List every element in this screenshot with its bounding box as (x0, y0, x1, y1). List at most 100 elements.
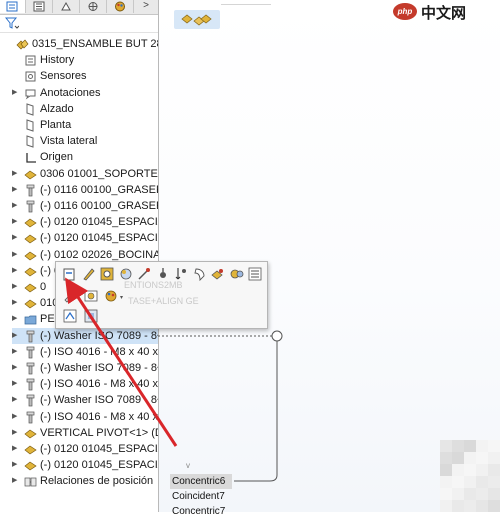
change-transparency-icon[interactable] (118, 266, 134, 282)
feature-manager-tab[interactable] (0, 0, 26, 13)
expand-arrow-icon[interactable]: ▶ (12, 311, 20, 327)
tree-item[interactable]: ▶ (-) 0120 01045_ESPACIAI (12, 441, 158, 457)
tree-item[interactable]: History (12, 52, 158, 68)
appearance-dropdown-icon[interactable] (104, 288, 120, 304)
expand-arrow-icon[interactable]: ▶ (12, 473, 20, 489)
fastener-icon (24, 330, 37, 343)
heads-up-toolbar[interactable] (174, 10, 220, 29)
open-part-icon[interactable] (62, 266, 78, 282)
components-icon[interactable] (180, 13, 214, 26)
configure-component-icon[interactable] (210, 266, 226, 282)
feature-manager-icon (6, 1, 18, 12)
graphics-area[interactable] (159, 0, 500, 512)
tree-item[interactable]: ▶ Anotaciones (12, 85, 158, 101)
expand-arrow-icon[interactable]: ▶ (12, 360, 20, 376)
mosaic-tile (476, 476, 488, 488)
configuration-manager-tab[interactable] (54, 0, 80, 13)
dimxpert-tab[interactable] (81, 0, 107, 13)
tree-item-label: 0306 01001_SOPORTE PI (40, 168, 159, 180)
expand-arrow-icon[interactable]: ▶ (12, 230, 20, 246)
history-icon (24, 54, 37, 67)
component-display-icon[interactable] (192, 266, 208, 282)
tree-item-label: (-) 0116 00100_GRASERA (40, 184, 159, 196)
edit-part-icon[interactable] (81, 266, 97, 282)
mosaic-tile (488, 452, 500, 464)
properties-icon[interactable] (247, 266, 263, 282)
appearance-icon[interactable] (136, 266, 152, 282)
expand-arrow-icon[interactable]: ▶ (12, 376, 20, 392)
tree-item[interactable]: ▶ (-) 0120 01045_ESPACIAI (12, 457, 158, 473)
expand-arrow-icon[interactable]: ▶ (12, 441, 20, 457)
more-tabs-chevron-icon[interactable]: > (136, 0, 156, 13)
tree-item-label: (-) 0120 01045_ESPACIAI (40, 459, 159, 471)
tree-item[interactable]: ▶ (-) 0116 00100_GRASERA (12, 182, 158, 198)
expand-arrow-icon[interactable]: ▶ (12, 392, 20, 408)
mates-list: Concentric6 Coincident7 Concentric7 (170, 474, 232, 519)
tree-item[interactable]: ▶ (-) ISO 4016 - M8 x 40 x 4 (12, 409, 158, 425)
expand-arrow-icon[interactable]: ▶ (12, 295, 20, 311)
expand-arrow-icon[interactable]: ▶ (12, 457, 20, 473)
isolate-icon[interactable] (173, 266, 189, 282)
tree-item[interactable]: ▶ (-) Washer ISO 7089 - 8< (12, 360, 158, 376)
tree-item[interactable]: ▶ (-) 0120 01045_ESPACIAI (12, 230, 158, 246)
display-manager-tab[interactable] (108, 0, 134, 13)
part-icon (24, 265, 37, 278)
expand-arrow-icon[interactable]: ▶ (12, 85, 20, 101)
tree-item[interactable]: ▶ (-) Washer ISO 7089 - 8< (12, 328, 158, 344)
mosaic-tile (464, 488, 476, 500)
tree-item[interactable]: ▶ (-) 0116 00100_GRASERA (12, 198, 158, 214)
smart-mates-icon[interactable] (155, 266, 171, 282)
mate-item[interactable]: Coincident7 (170, 489, 232, 504)
expand-arrow-icon[interactable]: ▶ (12, 247, 20, 263)
tree-item[interactable]: ▶ (-) ISO 4016 - M8 x 40 x 4 (12, 376, 158, 392)
mosaic-tile (476, 464, 488, 476)
tree-item-label: (-) ISO 4016 - M8 x 40 x 4 (40, 411, 159, 423)
expand-arrow-icon[interactable]: ▶ (12, 328, 20, 344)
tree-item[interactable]: Origen (12, 149, 158, 165)
tree-item[interactable]: ▶ (-) Washer ISO 7089 - 8< (12, 392, 158, 408)
expand-arrow-icon[interactable]: ▶ (12, 344, 20, 360)
rebuild-icon[interactable] (83, 308, 99, 324)
edit-feature-icon[interactable] (62, 288, 78, 304)
chevron-down-icon[interactable]: v (186, 461, 190, 470)
expand-arrow-icon[interactable]: ▶ (12, 409, 20, 425)
mosaic-tile (440, 500, 452, 512)
tree-item[interactable]: Vista lateral (12, 133, 158, 149)
tree-item[interactable]: 0315_ENSAMBLE BUT 28 (F (4, 36, 158, 52)
expand-arrow-icon[interactable]: ▶ (12, 263, 20, 279)
filter-icon[interactable] (5, 16, 19, 30)
tree-item-label: Relaciones de posición (40, 475, 154, 487)
mosaic-tile (488, 500, 500, 512)
mosaic-blur (440, 440, 500, 512)
expand-arrow-icon[interactable]: ▶ (12, 279, 20, 295)
tree-item[interactable]: ▶ VERTICAL PIVOT<1> (De (12, 425, 158, 441)
chevron-down-icon[interactable]: ▾ (120, 294, 126, 301)
tree-item-label: (-) ISO 4016 - M8 x 40 x 4 (40, 378, 159, 390)
plane-icon (24, 119, 37, 132)
tree-item[interactable]: ▶ Relaciones de posición (12, 473, 158, 489)
property-manager-tab[interactable] (27, 0, 53, 13)
tree-item-label: Planta (40, 119, 72, 131)
tree-item[interactable]: Sensores (12, 68, 158, 84)
tree-item[interactable]: Planta (12, 117, 158, 133)
hide-component-icon[interactable] (99, 266, 115, 282)
view-mates-icon[interactable] (229, 266, 245, 282)
expand-arrow-icon[interactable]: ▶ (12, 182, 20, 198)
fastener-icon (24, 184, 37, 197)
watermark-text: 中文网 (421, 5, 467, 22)
tree-item[interactable]: ▶ 0306 01001_SOPORTE PI (12, 166, 158, 182)
sketch-icon[interactable] (62, 308, 78, 324)
tree-item[interactable]: Alzado (12, 101, 158, 117)
expand-arrow-icon[interactable]: ▶ (12, 214, 20, 230)
fastener-icon (24, 346, 37, 359)
tree-item-label: (-) 0120 01045_ESPACIAI (40, 443, 159, 455)
tree-item[interactable]: ▶ (-) 0120 01045_ESPACIAI (12, 214, 158, 230)
mate-item[interactable]: Concentric6 (170, 474, 232, 489)
configuration-icon[interactable] (83, 288, 99, 304)
expand-arrow-icon[interactable]: ▶ (12, 425, 20, 441)
tree-item[interactable]: ▶ (-) ISO 4016 - M8 x 40 x 4 (12, 344, 158, 360)
mosaic-tile (464, 476, 476, 488)
expand-arrow-icon[interactable]: ▶ (12, 198, 20, 214)
expand-arrow-icon[interactable]: ▶ (12, 166, 20, 182)
divider (0, 32, 158, 33)
